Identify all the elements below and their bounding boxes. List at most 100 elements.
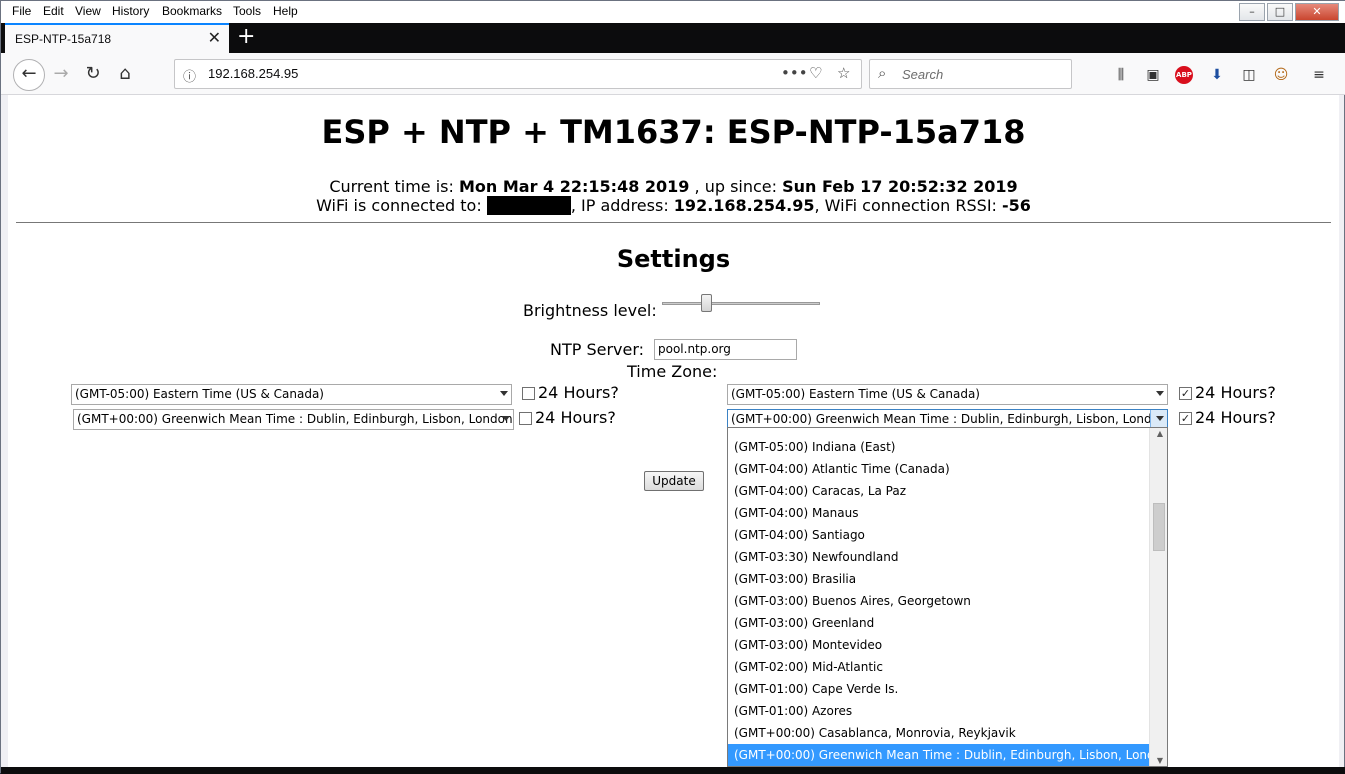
- rssi-value: -56: [1002, 196, 1031, 215]
- current-time: Mon Mar 4 22:15:48 2019: [458, 177, 690, 196]
- update-button[interactable]: Update: [644, 471, 704, 491]
- ntp-server-label: NTP Server:: [550, 340, 645, 359]
- tab-close-icon[interactable]: ✕: [208, 28, 221, 47]
- hours24-label-2: 24 Hours?: [535, 408, 616, 427]
- menu-icon[interactable]: ≡: [1309, 65, 1329, 85]
- dropdown-option[interactable]: (GMT-04:00) Caracas, La Paz: [728, 480, 1150, 502]
- hours24-checkbox-3[interactable]: ✓: [1179, 387, 1192, 400]
- new-tab-button[interactable]: +: [237, 23, 255, 51]
- timezone-select-3-value: (GMT-05:00) Eastern Time (US & Canada): [731, 387, 980, 401]
- extension-icon[interactable]: ☺: [1271, 65, 1291, 85]
- menu-tools[interactable]: Tools: [233, 4, 261, 18]
- maximize-button[interactable]: □: [1267, 3, 1293, 21]
- dropdown-option[interactable]: (GMT-04:00) Santiago: [728, 524, 1150, 546]
- sidebar-icon[interactable]: ◫: [1239, 65, 1259, 85]
- pocket-icon[interactable]: ⬇: [1207, 65, 1227, 85]
- dropdown-option[interactable]: (GMT+00:00) Casablanca, Monrovia, Reykja…: [728, 722, 1150, 744]
- close-window-button[interactable]: ✕: [1295, 3, 1339, 21]
- hours24-label-4: 24 Hours?: [1195, 408, 1276, 427]
- chevron-down-icon: [1156, 416, 1164, 421]
- tab-active[interactable]: ESP-NTP-15a718 ✕: [5, 23, 229, 53]
- redacted-ssid: [486, 196, 571, 215]
- timezone-select-3[interactable]: (GMT-05:00) Eastern Time (US & Canada): [727, 384, 1168, 405]
- page-title: ESP + NTP + TM1637: ESP-NTP-15a718: [321, 113, 1026, 151]
- brightness-label: Brightness level:: [523, 301, 657, 320]
- up-since-label: , up since:: [689, 177, 783, 196]
- search-placeholder: Search: [902, 67, 944, 82]
- reload-button[interactable]: ↻: [79, 61, 107, 89]
- forward-button[interactable]: →: [47, 61, 75, 89]
- brightness-slider-track[interactable]: [662, 302, 820, 305]
- minimize-button[interactable]: –: [1239, 3, 1265, 21]
- chevron-down-icon: [1156, 391, 1164, 396]
- ntp-server-input[interactable]: pool.ntp.org: [654, 339, 797, 360]
- chevron-down-icon: [502, 416, 510, 421]
- menu-bar: File Edit View History Bookmarks Tools H…: [1, 1, 1345, 23]
- home-button[interactable]: ⌂: [111, 61, 139, 89]
- dropdown-option[interactable]: (GMT-02:00) Mid-Atlantic: [728, 656, 1150, 678]
- dropdown-scrollbar[interactable]: ▲ ▼: [1149, 428, 1167, 766]
- tab-strip: ESP-NTP-15a718 ✕ +: [1, 23, 1345, 53]
- chevron-down-icon: [500, 391, 508, 396]
- dropdown-option[interactable]: (GMT-03:00) Brasilia: [728, 568, 1150, 590]
- search-icon: ⌕: [878, 64, 887, 82]
- scroll-up-icon[interactable]: ▲: [1157, 429, 1163, 438]
- menu-help[interactable]: Help: [273, 4, 298, 18]
- timezone-select-1[interactable]: (GMT-05:00) Eastern Time (US & Canada): [71, 384, 512, 405]
- navigation-bar: ← → ↻ ⌂ ⓘ 192.168.254.95 ••• ♡ ☆ ⌕ Searc…: [1, 53, 1345, 95]
- dropdown-option[interactable]: (GMT-03:00) Greenland: [728, 612, 1150, 634]
- browser-window: File Edit View History Bookmarks Tools H…: [0, 0, 1345, 774]
- menu-view[interactable]: View: [75, 4, 101, 18]
- menu-edit[interactable]: Edit: [43, 4, 64, 18]
- dropdown-option[interactable]: (GMT-03:30) Newfoundland: [728, 546, 1150, 568]
- wifi-label: WiFi is connected to:: [316, 196, 487, 215]
- dropdown-option[interactable]: (GMT-03:00) Montevideo: [728, 634, 1150, 656]
- divider: [16, 222, 1331, 223]
- page-actions-icon[interactable]: •••: [781, 64, 808, 82]
- dropdown-option[interactable]: (GMT-03:00) Buenos Aires, Georgetown: [728, 590, 1150, 612]
- timezone-select-2[interactable]: (GMT+00:00) Greenwich Mean Time : Dublin…: [73, 409, 514, 430]
- adblock-icon[interactable]: ABP: [1175, 66, 1193, 84]
- hours24-label-1: 24 Hours?: [538, 383, 619, 402]
- dropdown-option[interactable]: (GMT-04:00) Atlantic Time (Canada): [728, 458, 1150, 480]
- timezone-select-1-value: (GMT-05:00) Eastern Time (US & Canada): [75, 387, 324, 401]
- wifi-line: WiFi is connected to: , IP address: 192.…: [8, 196, 1339, 215]
- page-content: ESP + NTP + TM1637: ESP-NTP-15a718 Curre…: [8, 95, 1339, 767]
- menu-file[interactable]: File: [12, 4, 31, 18]
- scrollbar-thumb[interactable]: [1153, 503, 1165, 551]
- time-label: Current time is:: [329, 177, 459, 196]
- synced-tabs-icon[interactable]: ▣: [1143, 65, 1163, 85]
- hours24-checkbox-1[interactable]: [522, 387, 535, 400]
- back-button[interactable]: ←: [13, 59, 45, 91]
- menu-history[interactable]: History: [112, 4, 149, 18]
- ip-address: 192.168.254.95: [673, 196, 815, 215]
- dropdown-option[interactable]: (GMT-01:00) Cape Verde Is.: [728, 678, 1150, 700]
- settings-heading: Settings: [616, 245, 731, 273]
- ip-label: , IP address:: [570, 196, 674, 215]
- pocket-save-icon[interactable]: ♡: [809, 64, 822, 82]
- dropdown-option[interactable]: (GMT-04:00) Manaus: [728, 502, 1150, 524]
- hours24-label-3: 24 Hours?: [1195, 383, 1276, 402]
- bookmark-star-icon[interactable]: ☆: [837, 64, 850, 82]
- hours24-checkbox-4[interactable]: ✓: [1179, 412, 1192, 425]
- rssi-label: , WiFi connection RSSI:: [814, 196, 1003, 215]
- brightness-slider-thumb[interactable]: [700, 294, 712, 312]
- url-text[interactable]: 192.168.254.95: [208, 66, 298, 81]
- library-icon[interactable]: ⫼: [1111, 65, 1131, 85]
- timezone-dropdown-list[interactable]: (GMT-05:00) Indiana (East) (GMT-04:00) At…: [727, 427, 1168, 767]
- dropdown-option[interactable]: (GMT+00:00) Greenwich Mean Time : Dublin…: [728, 744, 1167, 766]
- time-line: Current time is: Mon Mar 4 22:15:48 2019…: [8, 177, 1339, 196]
- dropdown-option[interactable]: (GMT-01:00) Azores: [728, 700, 1150, 722]
- tab-title: ESP-NTP-15a718: [15, 32, 112, 46]
- url-bar[interactable]: ⓘ 192.168.254.95 ••• ♡ ☆: [174, 59, 862, 89]
- timezone-select-4-value: (GMT+00:00) Greenwich Mean Time : Dublin…: [731, 412, 1167, 426]
- up-since-time: Sun Feb 17 20:52:32 2019: [782, 177, 1018, 196]
- time-zone-label: Time Zone:: [627, 362, 718, 381]
- dropdown-option[interactable]: (GMT-05:00) Indiana (East): [728, 436, 1150, 458]
- timezone-select-2-value: (GMT+00:00) Greenwich Mean Time : Dublin…: [77, 412, 513, 426]
- menu-bookmarks[interactable]: Bookmarks: [162, 4, 222, 18]
- hours24-checkbox-2[interactable]: [519, 412, 532, 425]
- site-info-icon[interactable]: ⓘ: [183, 66, 196, 85]
- search-bar[interactable]: ⌕ Search: [869, 59, 1072, 89]
- scroll-down-icon[interactable]: ▼: [1157, 756, 1163, 765]
